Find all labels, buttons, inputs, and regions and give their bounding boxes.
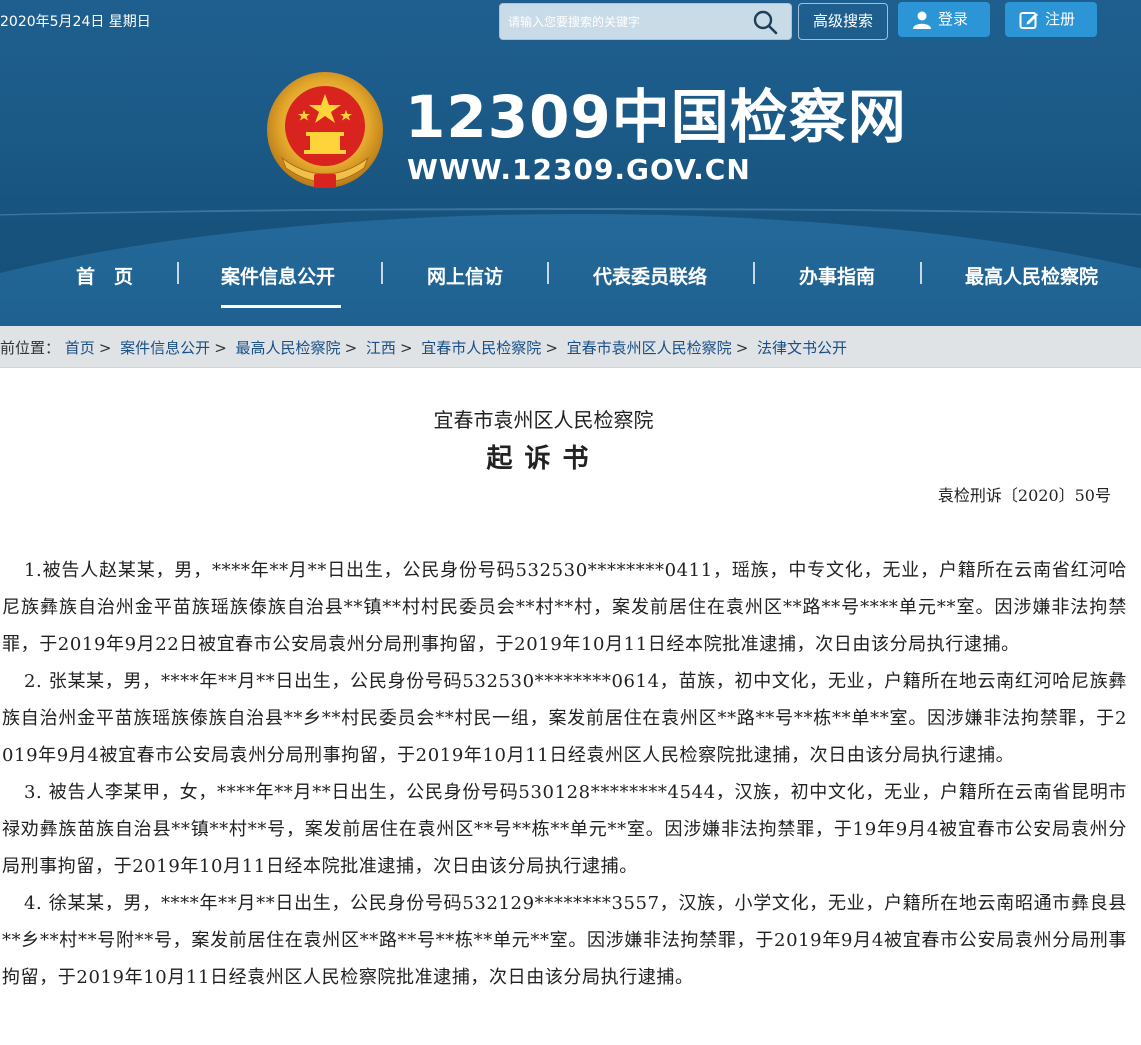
document-body: 1.被告人赵某某，男，****年**月**日出生，公民身份号码532530***… — [0, 552, 1141, 996]
nav-item-case-info[interactable]: 案件信息公开 — [221, 262, 335, 289]
edit-icon — [1019, 12, 1038, 29]
document-type: 起诉书 — [486, 444, 601, 474]
document-paragraph: 1.被告人赵某某，男，****年**月**日出生，公民身份号码532530***… — [2, 560, 1127, 655]
header-arc-highlight — [0, 208, 1141, 228]
breadcrumb-separator: > — [399, 339, 413, 357]
nav-active-indicator — [221, 305, 341, 308]
breadcrumb-item-legal-docs[interactable]: 法律文书公开 — [757, 339, 847, 357]
breadcrumb-separator: > — [344, 339, 358, 357]
search-box[interactable] — [499, 3, 792, 40]
breadcrumb-item-spp[interactable]: 最高人民检察院 — [236, 339, 341, 357]
register-label: 注册 — [1045, 10, 1076, 28]
breadcrumb-item-jiangxi[interactable]: 江西 — [366, 339, 396, 357]
search-icon[interactable] — [752, 9, 778, 35]
nav-separator — [753, 262, 755, 284]
procuratorate-emblem-icon — [267, 72, 383, 188]
current-date: 2020年5月24日 星期日 — [0, 14, 151, 30]
document-paragraph: 4. 徐某某，男，****年**月**日出生，公民身份号码532129*****… — [2, 893, 1127, 988]
watermark-overlay — [800, 995, 1141, 1045]
nav-item-home[interactable]: 首 页 — [76, 262, 133, 289]
login-button[interactable]: 登录 — [898, 2, 990, 37]
advanced-search-button[interactable]: 高级搜索 — [798, 3, 888, 40]
site-title: 12309中国检察网 — [405, 83, 907, 151]
breadcrumb-separator: > — [735, 339, 749, 357]
nav-item-petition[interactable]: 网上信访 — [427, 262, 503, 289]
user-icon — [913, 11, 931, 29]
nav-separator — [177, 262, 179, 284]
breadcrumb-separator: > — [545, 339, 558, 357]
nav-separator — [920, 262, 922, 284]
document-number: 袁检刑诉〔2020〕50号 — [937, 486, 1111, 505]
main-nav: 首 页 案件信息公开 网上信访 代表委员联络 办事指南 最高人民检察院 — [0, 250, 1141, 310]
nav-separator — [547, 262, 549, 284]
login-label: 登录 — [938, 10, 969, 28]
site-url: WWW.12309.GOV.CN — [407, 153, 751, 186]
breadcrumb-separator: > — [98, 339, 112, 357]
breadcrumb-item-case-info[interactable]: 案件信息公开 — [120, 339, 210, 357]
document-paragraph: 2. 张某某，男，****年**月**日出生，公民身份号码532530*****… — [2, 671, 1127, 766]
breadcrumb-separator: > — [214, 339, 227, 357]
document-organization: 宜春市袁州区人民检察院 — [433, 408, 654, 432]
nav-item-deputy-liaison[interactable]: 代表委员联络 — [593, 262, 707, 289]
breadcrumb: 前位置： 首页 > 案件信息公开 > 最高人民检察院 > 江西 > 宜春市人民检察院 > … — [0, 326, 1141, 368]
register-button[interactable]: 注册 — [1005, 2, 1097, 37]
search-input[interactable] — [508, 12, 748, 32]
site-header: 2020年5月24日 星期日 高级搜索 登录 注册 — [0, 0, 1141, 326]
nav-item-guide[interactable]: 办事指南 — [799, 262, 875, 289]
nav-separator — [381, 262, 383, 284]
nav-item-spp[interactable]: 最高人民检察院 — [965, 262, 1098, 289]
document-paragraph: 3. 被告人李某甲，女，****年**月**日出生，公民身份号码530128**… — [2, 782, 1127, 877]
breadcrumb-item-yuanzhou[interactable]: 宜春市袁州区人民检察院 — [567, 339, 732, 357]
breadcrumb-item-yichun[interactable]: 宜春市人民检察院 — [421, 339, 541, 357]
breadcrumb-prefix: 前位置： — [0, 339, 61, 357]
breadcrumb-item-home[interactable]: 首页 — [65, 339, 95, 357]
